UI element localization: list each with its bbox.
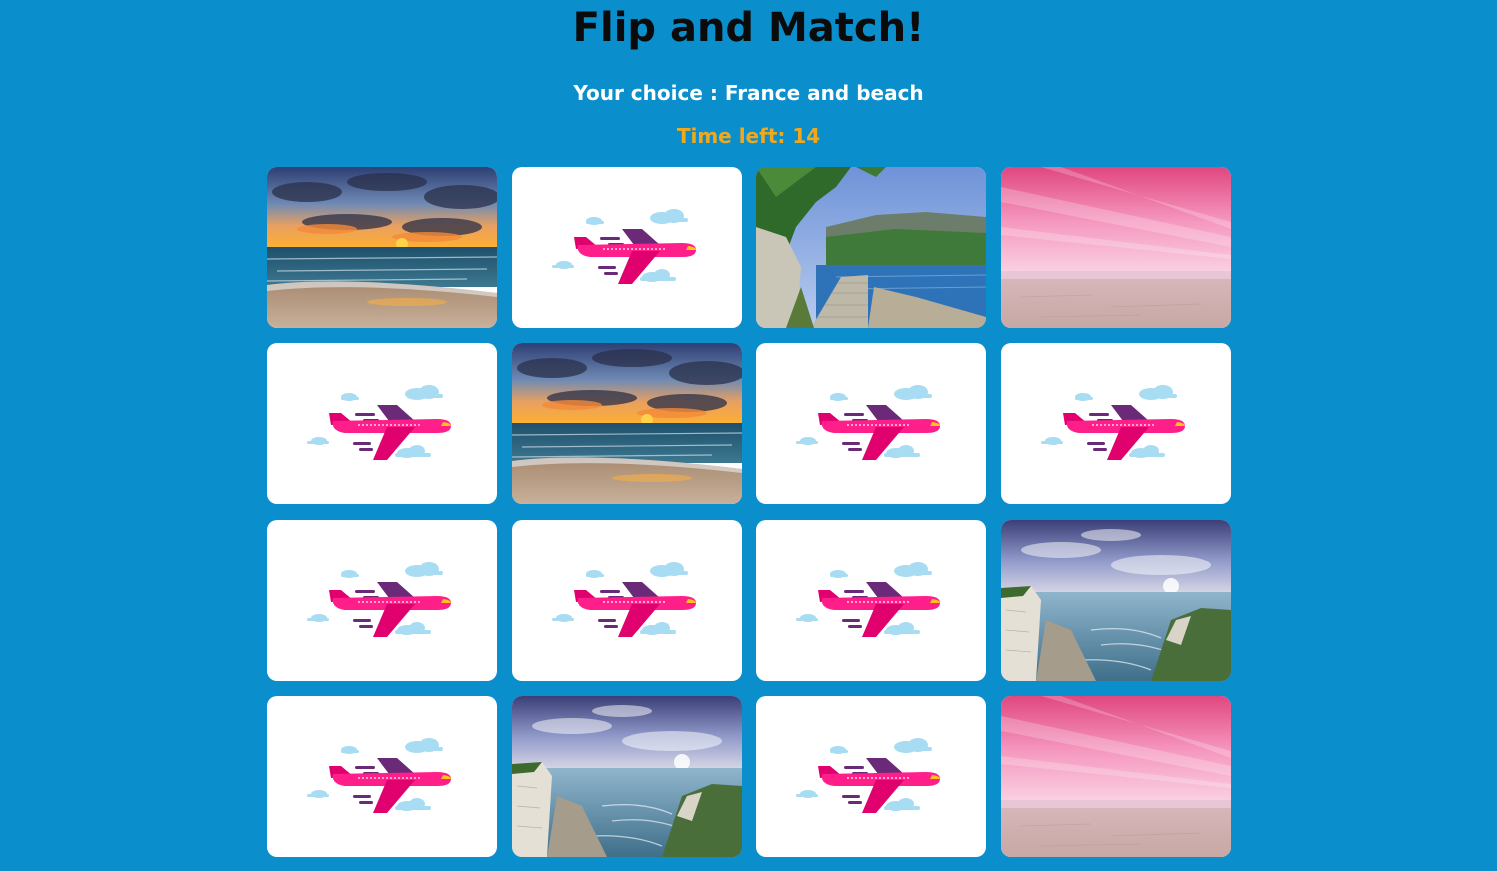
sunset-beach-photo: [267, 167, 497, 328]
card-face[interactable]: [267, 167, 497, 328]
card-back[interactable]: [511, 167, 742, 328]
card-back[interactable]: [267, 695, 497, 857]
airplane-icon: [796, 385, 941, 461]
game-page: Flip and Match! Your choice : France and…: [0, 0, 1497, 871]
airplane-icon: [796, 561, 941, 637]
card-face[interactable]: [756, 167, 987, 328]
sunset-beach-photo: [511, 343, 742, 505]
card-face[interactable]: [511, 343, 742, 505]
airplane-icon: [551, 209, 696, 284]
airplane-icon: [796, 737, 941, 813]
card-face[interactable]: [1000, 167, 1231, 328]
timer-label: Time left: 14: [676, 124, 821, 148]
pink-sky-beach-photo: [1000, 695, 1231, 857]
card-back[interactable]: [267, 343, 497, 505]
airplane-icon: [307, 561, 451, 637]
airplane-icon: [1040, 385, 1185, 461]
card-back[interactable]: [756, 695, 987, 857]
card-back[interactable]: [756, 519, 987, 681]
pink-sky-beach-photo: [1000, 167, 1231, 328]
airplane-icon: [307, 385, 451, 461]
card-face[interactable]: [511, 695, 742, 857]
card-back[interactable]: [756, 343, 987, 505]
card-back[interactable]: [1000, 343, 1231, 505]
card-back[interactable]: [511, 519, 742, 681]
coastal-path-cliff-photo: [756, 167, 987, 328]
card-face[interactable]: [1000, 695, 1231, 857]
white-cliffs-sea-photo: [1000, 519, 1231, 681]
airplane-icon: [551, 561, 696, 637]
card-face[interactable]: [1000, 519, 1231, 681]
page-title: Flip and Match!: [572, 5, 925, 51]
card-back[interactable]: [267, 519, 497, 681]
choice-label: Your choice : France and beach: [573, 81, 924, 105]
card-grid: [267, 167, 1231, 857]
airplane-icon: [307, 737, 451, 813]
white-cliffs-sea-photo: [511, 695, 742, 857]
